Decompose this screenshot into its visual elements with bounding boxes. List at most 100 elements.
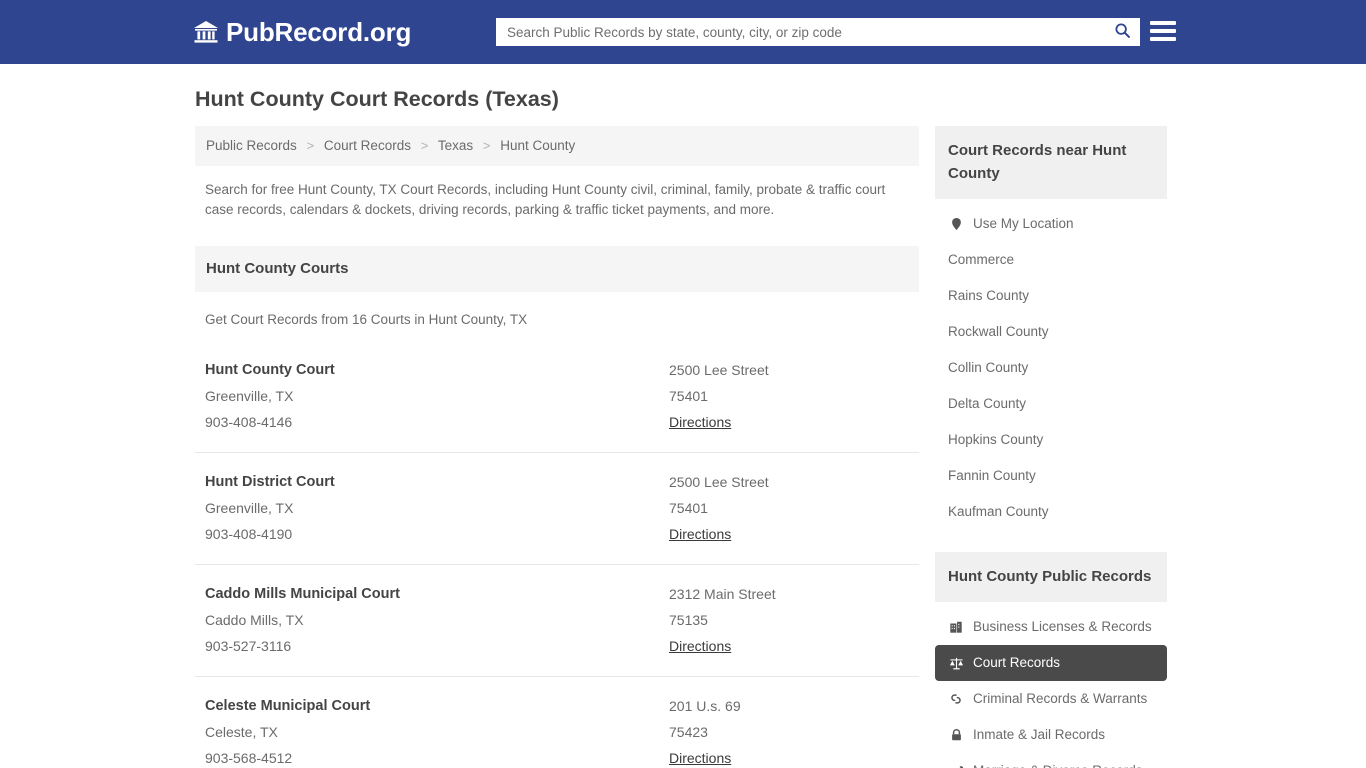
hamburger-bar (1150, 21, 1176, 25)
sidebar-item-label: Rockwall County (948, 322, 1049, 342)
directions-link[interactable]: Directions (669, 745, 731, 768)
court-info-right: 2500 Lee Street 75401 Directions (669, 469, 909, 547)
site-logo-text: PubRecord.org (226, 17, 411, 47)
table-row: Celeste Municipal Court Celeste, TX 903-… (195, 677, 919, 768)
sidebar-nearby-list: Use My Location Commerce Rains County Ro… (935, 199, 1167, 530)
sidebar-item-label: Hopkins County (948, 430, 1043, 450)
court-info-left: Hunt County Court Greenville, TX 903-408… (205, 357, 669, 435)
sidebar-item-delta-county[interactable]: Delta County (935, 386, 1167, 422)
breadcrumb: Public Records > Court Records > Texas >… (195, 126, 919, 166)
sidebar-item-label: Business Licenses & Records (973, 617, 1152, 637)
court-street: 2312 Main Street (669, 581, 909, 607)
chain-link-icon (948, 691, 964, 707)
court-info-right: 2312 Main Street 75135 Directions (669, 581, 909, 659)
sidebar-item-label: Use My Location (973, 214, 1074, 234)
sidebar-item-rockwall-county[interactable]: Rockwall County (935, 314, 1167, 350)
court-city: Celeste, TX (205, 719, 669, 745)
briefcase-icon (948, 619, 964, 635)
sidebar-item-label: Marriage & Divorce Records (973, 761, 1143, 768)
lock-icon (948, 727, 964, 743)
court-zip: 75401 (669, 383, 909, 409)
directions-link[interactable]: Directions (669, 409, 731, 435)
sidebar-public-records-heading: Hunt County Public Records (935, 552, 1167, 602)
search-input[interactable] (497, 19, 1105, 45)
page-intro-text: Search for free Hunt County, TX Court Re… (195, 166, 919, 222)
court-info-right: 201 U.s. 69 75423 Directions (669, 693, 909, 768)
sidebar-item-hopkins-county[interactable]: Hopkins County (935, 422, 1167, 458)
hamburger-bar (1150, 37, 1176, 41)
sidebar-item-marriage-divorce-records[interactable]: Marriage & Divorce Records (935, 753, 1167, 768)
site-logo-link[interactable]: PubRecord.org (193, 17, 411, 47)
table-row: Hunt District Court Greenville, TX 903-4… (195, 453, 919, 565)
court-info-left: Celeste Municipal Court Celeste, TX 903-… (205, 693, 669, 768)
court-name: Celeste Municipal Court (205, 693, 669, 719)
sidebar-item-collin-county[interactable]: Collin County (935, 350, 1167, 386)
sidebar-item-label: Fannin County (948, 466, 1036, 486)
bank-icon (193, 19, 219, 45)
sidebar-item-fannin-county[interactable]: Fannin County (935, 458, 1167, 494)
sidebar-item-rains-county[interactable]: Rains County (935, 278, 1167, 314)
sidebar-item-kaufman-county[interactable]: Kaufman County (935, 494, 1167, 530)
breadcrumb-item-hunt-county[interactable]: Hunt County (500, 138, 575, 153)
main-column: Public Records > Court Records > Texas >… (195, 126, 919, 768)
court-name: Hunt District Court (205, 469, 669, 495)
sidebar-item-label: Court Records (973, 653, 1060, 673)
sidebar-public-records-list: Business Licenses & Records (935, 602, 1167, 768)
page-body: Hunt County Court Records (Texas) Public… (0, 64, 1366, 768)
sidebar-item-label: Collin County (948, 358, 1028, 378)
breadcrumb-separator: > (307, 138, 315, 153)
search-icon (1114, 22, 1131, 42)
sidebar-item-label: Delta County (948, 394, 1026, 414)
breadcrumb-item-court-records[interactable]: Court Records (324, 138, 411, 153)
court-info-right: 2500 Lee Street 75401 Directions (669, 357, 909, 435)
court-name: Hunt County Court (205, 357, 669, 383)
sidebar-item-use-my-location[interactable]: Use My Location (935, 206, 1167, 242)
court-info-left: Hunt District Court Greenville, TX 903-4… (205, 469, 669, 547)
court-name: Caddo Mills Municipal Court (205, 581, 669, 607)
court-street: 2500 Lee Street (669, 469, 909, 495)
hamburger-menu-icon[interactable] (1150, 19, 1176, 43)
breadcrumb-item-public-records[interactable]: Public Records (206, 138, 297, 153)
court-phone: 903-408-4190 (205, 521, 669, 547)
sidebar-item-label: Rains County (948, 286, 1029, 306)
directions-link[interactable]: Directions (669, 633, 731, 659)
court-zip: 75135 (669, 607, 909, 633)
table-row: Hunt County Court Greenville, TX 903-408… (195, 341, 919, 453)
sidebar-item-label: Kaufman County (948, 502, 1049, 522)
sidebar-item-commerce[interactable]: Commerce (935, 242, 1167, 278)
sidebar-item-court-records[interactable]: Court Records (935, 645, 1167, 681)
court-city: Greenville, TX (205, 495, 669, 521)
sidebar-nearby-heading: Court Records near Hunt County (935, 126, 1167, 199)
courts-section-subheading: Get Court Records from 16 Courts in Hunt… (195, 292, 919, 329)
site-header: PubRecord.org (0, 0, 1366, 64)
sidebar-item-label: Criminal Records & Warrants (973, 689, 1147, 709)
court-list: Hunt County Court Greenville, TX 903-408… (195, 341, 919, 768)
hamburger-bar (1150, 29, 1176, 33)
sidebar-item-business-licenses[interactable]: Business Licenses & Records (935, 609, 1167, 645)
court-info-left: Caddo Mills Municipal Court Caddo Mills,… (205, 581, 669, 659)
two-column-layout: Public Records > Court Records > Texas >… (195, 126, 1167, 768)
court-zip: 75423 (669, 719, 909, 745)
content-container: Hunt County Court Records (Texas) Public… (195, 64, 1167, 768)
breadcrumb-separator: > (483, 138, 491, 153)
directions-link[interactable]: Directions (669, 521, 731, 547)
breadcrumb-separator: > (421, 138, 429, 153)
search-button[interactable] (1105, 19, 1139, 45)
sidebar: Court Records near Hunt County Use My Lo… (935, 126, 1167, 768)
court-city: Caddo Mills, TX (205, 607, 669, 633)
sidebar-item-inmate-jail-records[interactable]: Inmate & Jail Records (935, 717, 1167, 753)
court-phone: 903-568-4512 (205, 745, 669, 768)
table-row: Caddo Mills Municipal Court Caddo Mills,… (195, 565, 919, 677)
sidebar-item-criminal-records[interactable]: Criminal Records & Warrants (935, 681, 1167, 717)
page-title: Hunt County Court Records (Texas) (195, 86, 1167, 112)
court-phone: 903-408-4146 (205, 409, 669, 435)
court-street: 2500 Lee Street (669, 357, 909, 383)
search-bar (496, 18, 1140, 46)
breadcrumb-item-texas[interactable]: Texas (438, 138, 473, 153)
sidebar-item-label: Inmate & Jail Records (973, 725, 1105, 745)
sidebar-item-label: Commerce (948, 250, 1014, 270)
court-city: Greenville, TX (205, 383, 669, 409)
court-zip: 75401 (669, 495, 909, 521)
gender-symbols-icon (948, 763, 964, 768)
court-street: 201 U.s. 69 (669, 693, 909, 719)
